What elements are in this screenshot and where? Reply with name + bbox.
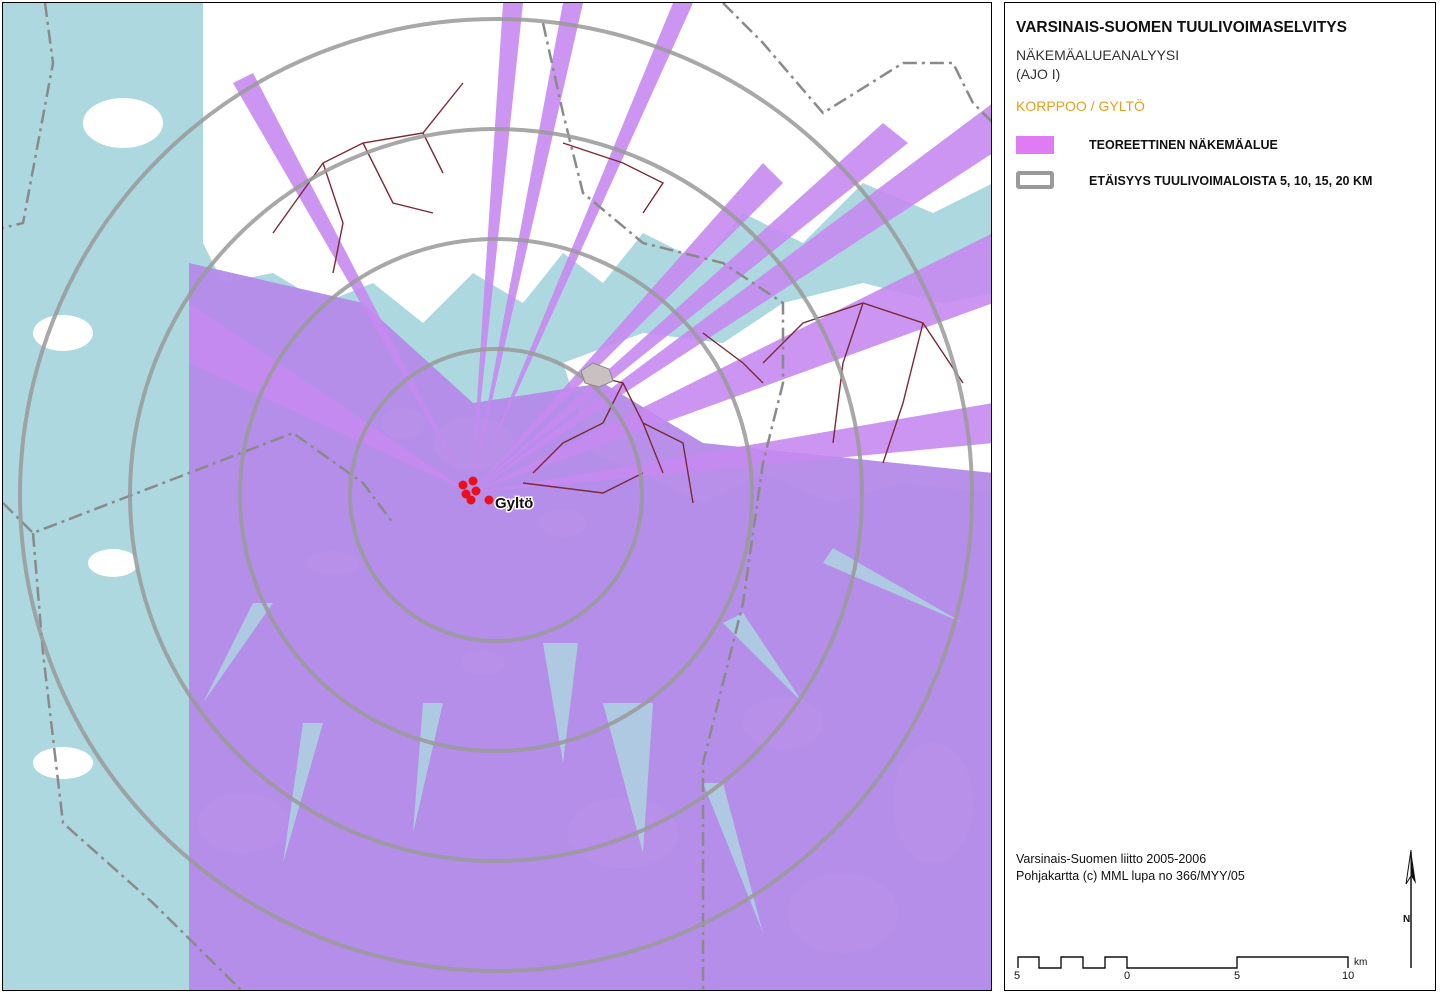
scale-unit: km	[1354, 957, 1368, 968]
credit-text: Varsinais-Suomen liitto 2005-2006	[1016, 852, 1207, 866]
legend-swatch-distance-rings	[1016, 171, 1054, 189]
island	[83, 98, 163, 148]
scale-bar	[1017, 956, 1349, 969]
turbine-marker	[466, 495, 476, 505]
legend-swatch-visibility	[1016, 136, 1054, 154]
map-title: VARSINAIS-SUOMEN TUULIVOIMASELVITYS	[1016, 19, 1347, 36]
turbine-marker	[471, 486, 481, 496]
area-name: KORPPOO / GYLTÖ	[1016, 98, 1145, 114]
map-svg: Gyltö	[3, 3, 991, 990]
turbine-marker	[484, 495, 494, 505]
island	[33, 747, 93, 779]
scale-label-zero: 0	[1124, 970, 1131, 982]
legend-label-distance-rings: ETÄISYYS TUULIVOIMALOISTA 5, 10, 15, 20 …	[1089, 174, 1373, 188]
island	[88, 549, 138, 577]
basemap-credit-text: Pohjakartta (c) MML lupa no 366/MYY/05	[1016, 869, 1245, 883]
map-canvas[interactable]: Gyltö	[2, 2, 992, 991]
map-subtitle: NÄKEMÄALUEANALYYSI	[1016, 47, 1180, 63]
place-label-gylto: Gyltö	[495, 495, 533, 512]
legend-panel: VARSINAIS-SUOMEN TUULIVOIMASELVITYS NÄKE…	[1004, 2, 1436, 991]
north-label: N	[1403, 914, 1410, 925]
legend-label-visibility: TEOREETTINEN NÄKEMÄALUE	[1089, 138, 1278, 152]
turbine-marker	[468, 476, 478, 486]
scale-label-five: 5	[1234, 970, 1241, 982]
map-subtitle-run: (AJO I)	[1016, 66, 1061, 82]
scale-label-left: 5	[1014, 970, 1021, 982]
scale-label-ten: 10	[1342, 970, 1355, 982]
turbine-marker	[458, 480, 468, 490]
north-arrow-icon: N	[1403, 849, 1416, 968]
